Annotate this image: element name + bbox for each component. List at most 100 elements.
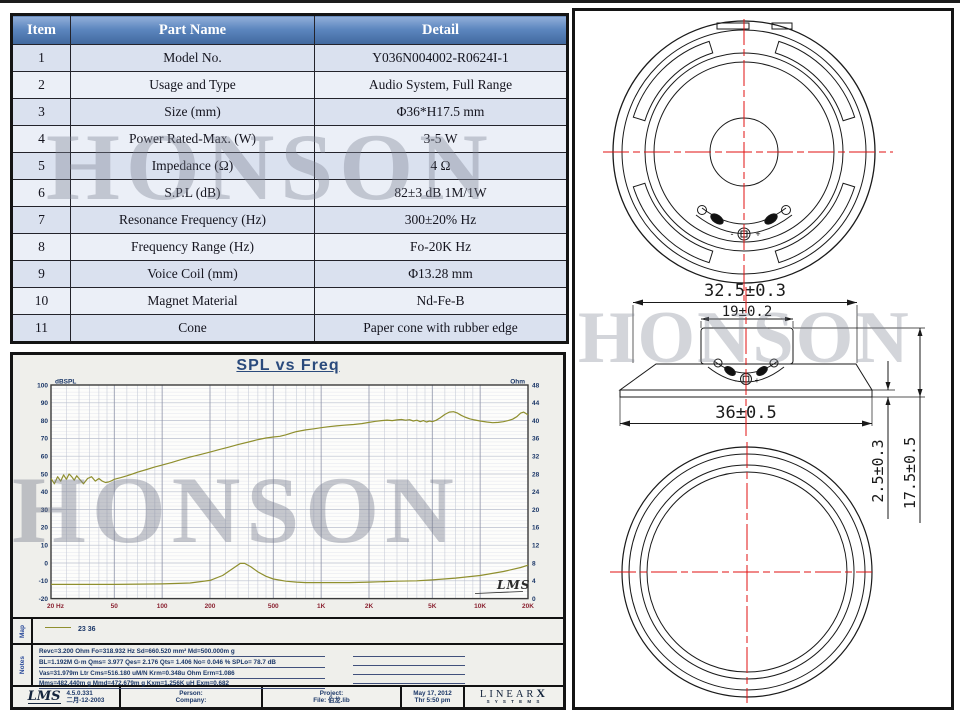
notes-line: Mms=482.440m g Mmd=472.679m g Kxm=1.256K… <box>39 680 325 689</box>
notes-blank-line <box>353 648 465 657</box>
notes-body: Revc=3.200 Ohm Fo=318.932 Hz Sd=660.520 … <box>39 648 325 691</box>
y-left-tick-label: 20 <box>41 525 49 532</box>
part-name-cell: Size (mm) <box>71 99 315 126</box>
front-centerlines <box>603 19 893 301</box>
y-left-axis-title: dBSPL <box>55 379 76 386</box>
height-dimensions: 2.5±0.3 17.5±0.5 <box>793 328 925 523</box>
col-header-item: Item <box>12 15 71 45</box>
part-name-cell: Cone <box>71 315 315 343</box>
detail-cell: 4 Ω <box>315 153 568 180</box>
y-left-tick-label: 40 <box>41 489 49 496</box>
chart-panel: SPL vs Freq 1009080706050403020100-10-20… <box>10 352 566 710</box>
x-tick-label: 100 <box>157 603 168 610</box>
x-tick-label: 10K <box>474 603 486 610</box>
item-cell: 6 <box>12 180 71 207</box>
y-left-tick-label: 50 <box>41 471 49 478</box>
y-right-axis-title: Ohm <box>510 379 525 386</box>
x-tick-label: 1K <box>317 603 326 610</box>
item-cell: 10 <box>12 288 71 315</box>
y-right-tick-label: 8 <box>532 560 536 567</box>
table-row: 5Impedance (Ω)4 Ω <box>12 153 568 180</box>
part-name-cell: Voice Coil (mm) <box>71 261 315 288</box>
legend-row: Map 23 36 <box>13 617 563 645</box>
notes-row: Notes Revc=3.200 Ohm Fo=318.932 Hz Sd=66… <box>13 645 563 687</box>
detail-cell: 3-5 W <box>315 126 568 153</box>
spec-header-row: Item Part Name Detail <box>12 15 568 45</box>
footer-date: May 17, 2012 <box>413 690 452 698</box>
part-name-cell: S.P.L (dB) <box>71 180 315 207</box>
dim-magnet-width: 19±0.2 <box>722 304 773 320</box>
part-name-cell: Resonance Frequency (Hz) <box>71 207 315 234</box>
part-name-cell: Impedance (Ω) <box>71 153 315 180</box>
part-name-cell: Frequency Range (Hz) <box>71 234 315 261</box>
notes-sidebar: Notes <box>13 645 33 685</box>
y-left-tick-label: 70 <box>41 436 49 443</box>
detail-cell: Paper cone with rubber edge <box>315 315 568 343</box>
linearx-systems-label: S Y S T E M S <box>487 699 542 705</box>
y-left-tick-label: 90 <box>41 400 49 407</box>
table-row: 1Model No.Y036N004002-R0624I-1 <box>12 45 568 72</box>
footer-date-cell: May 17, 2012 Thr 5:50 pm <box>402 687 465 707</box>
side-terminal-minus: - <box>735 376 738 385</box>
part-name-cell: Power Rated-Max. (W) <box>71 126 315 153</box>
detail-cell: Φ13.28 mm <box>315 261 568 288</box>
detail-cell: Φ36*H17.5 mm <box>315 99 568 126</box>
table-row: 4Power Rated-Max. (W)3-5 W <box>12 126 568 153</box>
part-name-cell: Model No. <box>71 45 315 72</box>
x-tick-label: 5K <box>428 603 437 610</box>
detail-cell: Fo-20K Hz <box>315 234 568 261</box>
x-tick-label: 500 <box>268 603 279 610</box>
y-right-tick-label: 4 <box>532 578 536 585</box>
y-right-tick-label: 32 <box>532 454 540 461</box>
x-tick-label: 2K <box>365 603 374 610</box>
speaker-drawings: - + 32.5±0.3 19±0.2 <box>575 11 951 707</box>
notes-label: Notes <box>19 656 26 674</box>
footer-brand-cell: LINEARX S Y S T E M S <box>465 687 563 707</box>
map-sidebar: Map <box>13 619 33 643</box>
x-tick-label: 50 <box>111 603 119 610</box>
part-name-cell: Usage and Type <box>71 72 315 99</box>
y-left-tick-label: -20 <box>39 596 49 603</box>
y-right-tick-label: 36 <box>532 436 540 443</box>
item-cell: 3 <box>12 99 71 126</box>
y-right-tick-label: 20 <box>532 507 540 514</box>
drawing-panel: - + 32.5±0.3 19±0.2 <box>572 8 954 710</box>
notes-blank-line <box>353 657 465 666</box>
y-left-tick-label: 60 <box>41 454 49 461</box>
y-right-tick-label: 44 <box>532 400 540 407</box>
item-cell: 9 <box>12 261 71 288</box>
y-right-tick-label: 12 <box>532 543 540 550</box>
item-cell: 8 <box>12 234 71 261</box>
notes-blank-line <box>353 666 465 675</box>
footer-time: Thr 5:50 pm <box>415 697 451 705</box>
lms-version-date: 二月-12-2003 <box>67 697 105 705</box>
legend-swatch <box>45 627 71 628</box>
y-left-tick-label: -10 <box>39 578 49 585</box>
y-left-tick-label: 100 <box>37 382 48 389</box>
col-header-detail: Detail <box>315 15 568 45</box>
dim-total-height: 17.5±0.5 <box>901 437 919 509</box>
table-row: 10Magnet MaterialNd-Fe-B <box>12 288 568 315</box>
magnet-block <box>701 328 793 364</box>
table-row: 7Resonance Frequency (Hz)300±20% Hz <box>12 207 568 234</box>
y-right-tick-label: 48 <box>532 382 540 389</box>
item-cell: 2 <box>12 72 71 99</box>
notes-underlines <box>353 648 465 684</box>
y-left-tick-label: 10 <box>41 543 49 550</box>
table-row: 11ConePaper cone with rubber edge <box>12 315 568 343</box>
notes-blank-line <box>353 675 465 684</box>
x-tick-label: 20 Hz <box>47 603 65 610</box>
table-row: 8Frequency Range (Hz)Fo-20K Hz <box>12 234 568 261</box>
spl-chart: 1009080706050403020100-10-20484440363228… <box>13 377 563 617</box>
detail-cell: 82±3 dB 1M/1W <box>315 180 568 207</box>
bottom-view-drawing <box>610 442 872 703</box>
detail-cell: Y036N004002-R0624I-1 <box>315 45 568 72</box>
front-terminal-plus: + <box>755 229 760 239</box>
notes-line: BL=1.192M G·m Qms= 3.977 Qes= 2.176 Qts=… <box>39 659 325 668</box>
part-name-cell: Magnet Material <box>71 288 315 315</box>
side-terminal-plus: + <box>755 376 760 385</box>
map-label: Map <box>19 625 26 638</box>
front-terminal-minus: - <box>731 229 734 239</box>
lms-logo: LMS <box>28 691 61 704</box>
lms-signature: LMS <box>496 578 530 592</box>
